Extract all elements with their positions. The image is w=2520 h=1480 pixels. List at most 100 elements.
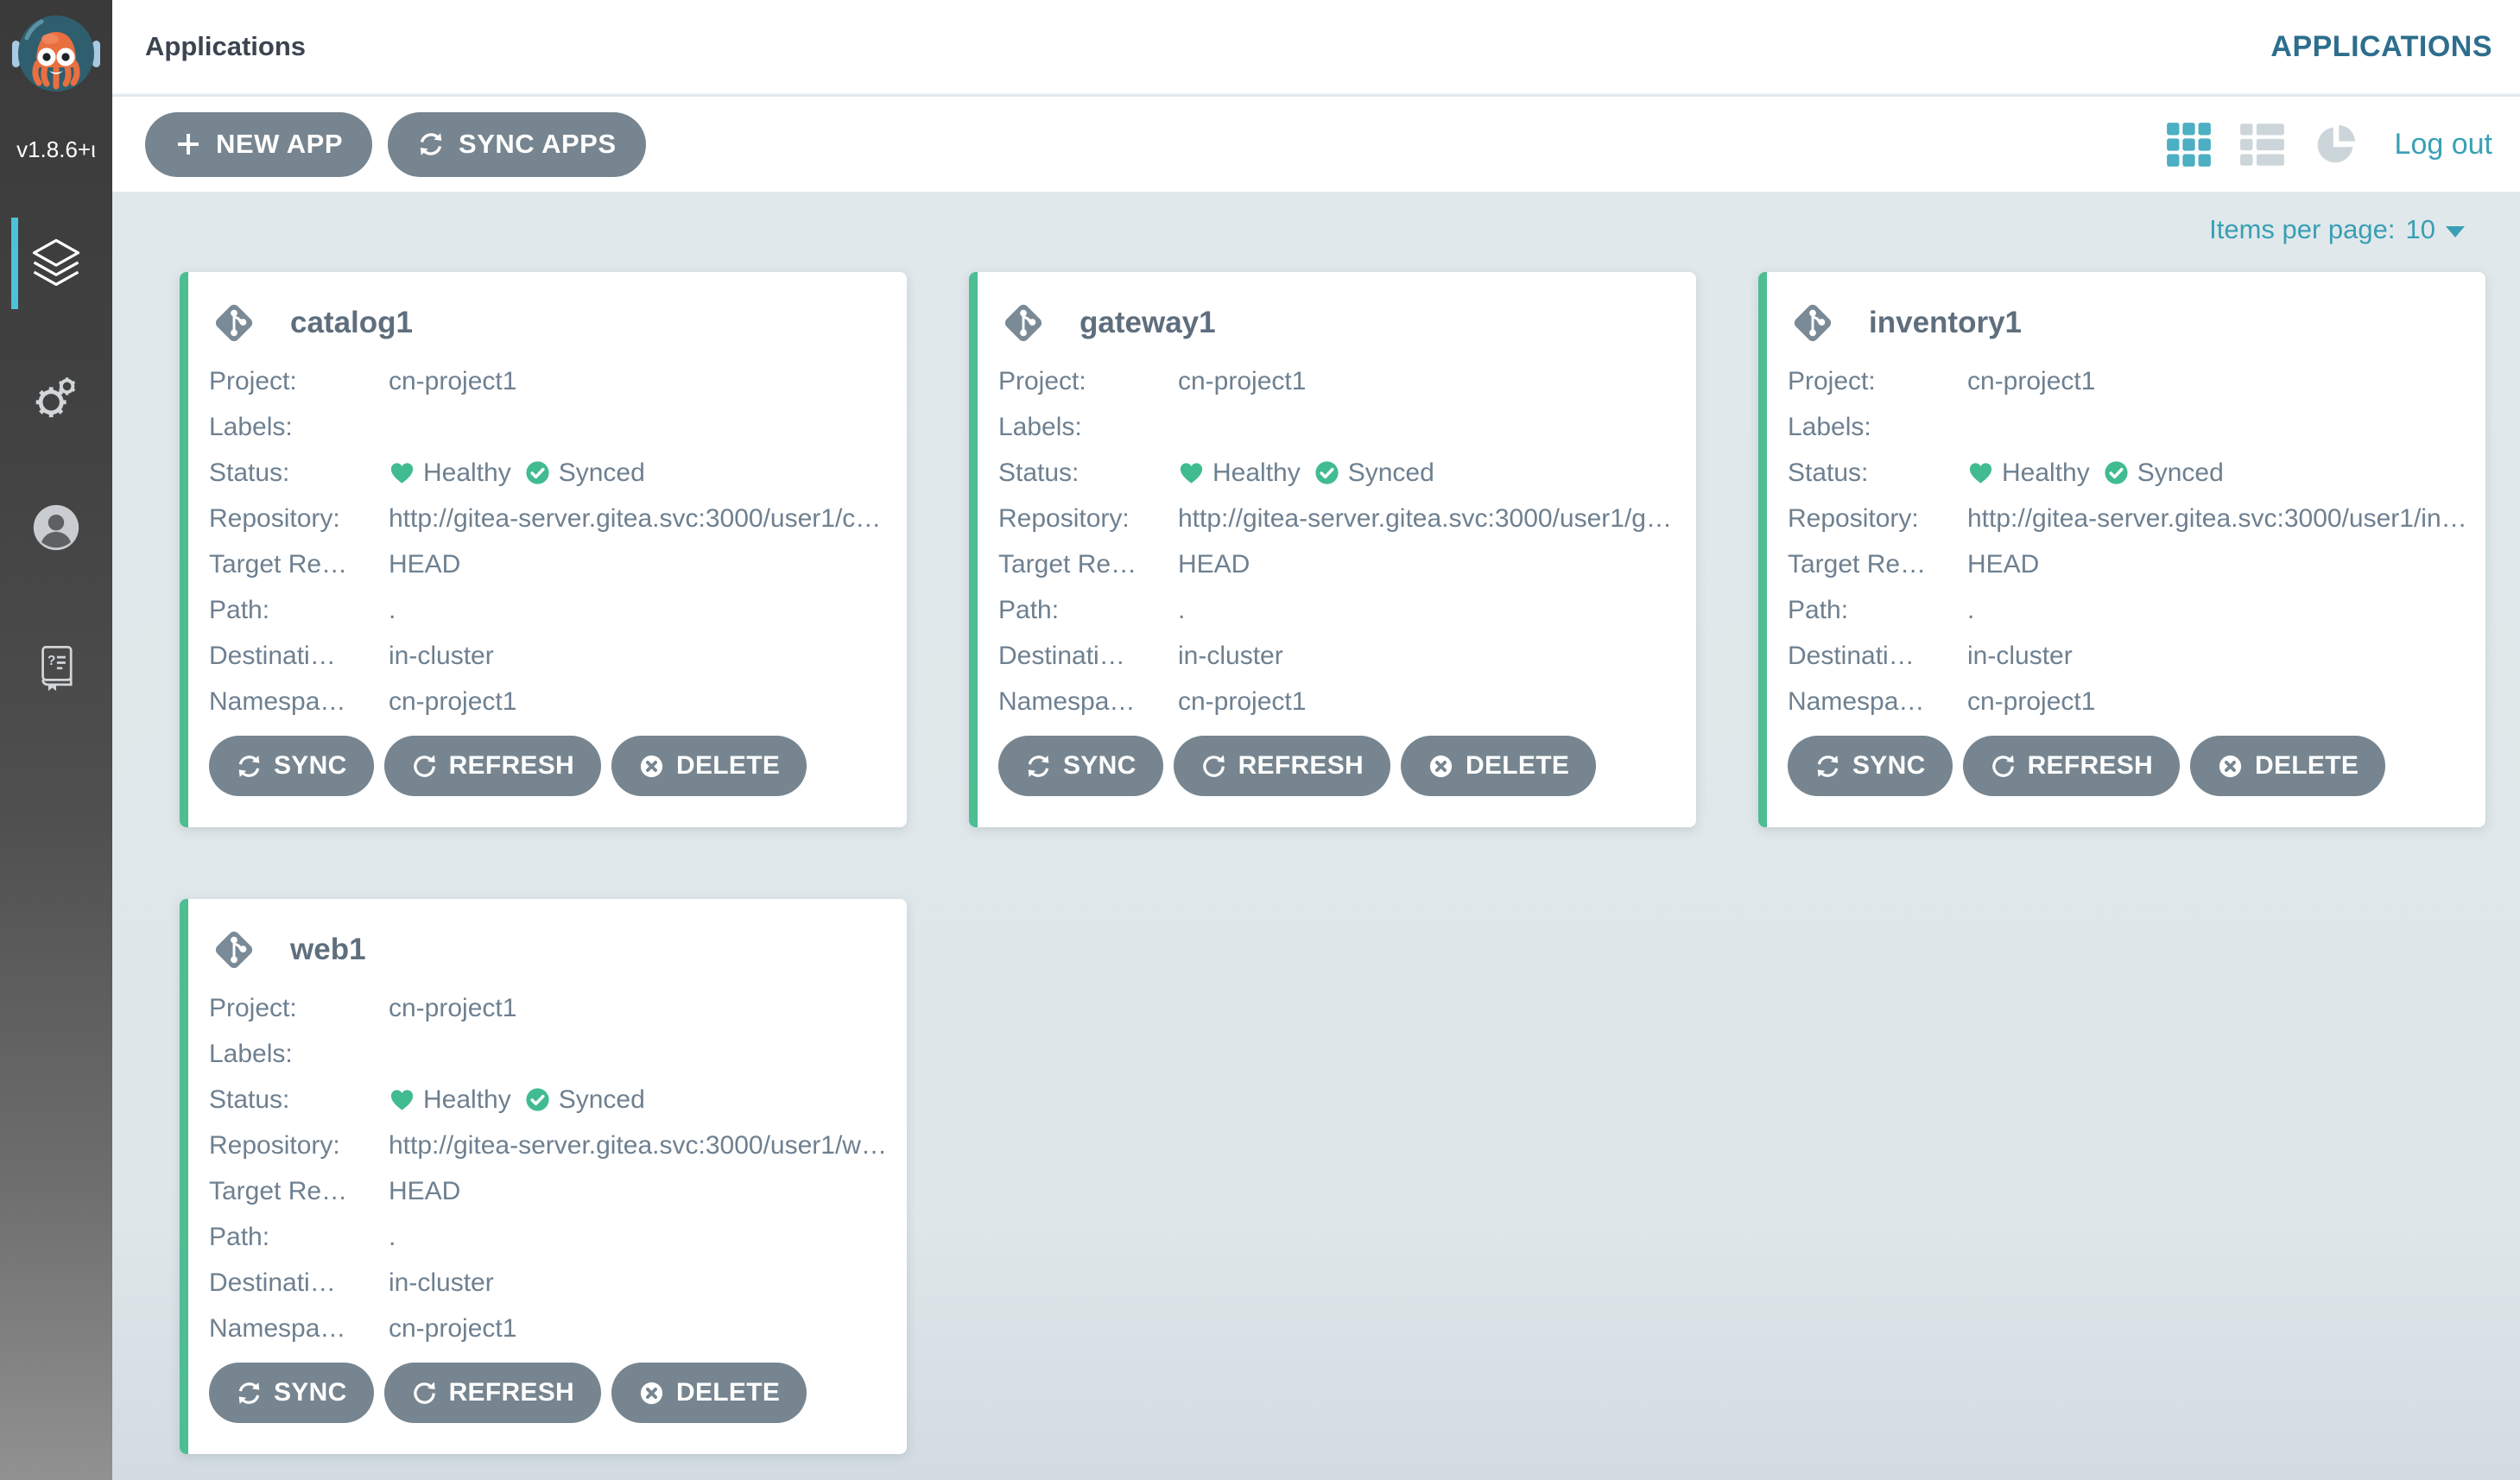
field-row: Labels:	[209, 404, 890, 450]
user-icon	[29, 501, 83, 554]
card-inner: catalog1 Project: cn-project1 Labels: Statu…	[188, 272, 907, 827]
field-row: Labels:	[1788, 404, 2468, 450]
action-label: DELETE	[676, 751, 781, 780]
check-circle-icon	[524, 1086, 551, 1113]
grid-icon[interactable]	[2166, 122, 2212, 168]
action-label: SYNC	[1063, 751, 1137, 780]
field-row: Repository: http://gitea-server.gitea.svc…	[1788, 496, 2468, 541]
delete-button[interactable]: DELETE	[611, 736, 807, 796]
action-label: SYNC	[274, 751, 347, 780]
field-label: Path:	[209, 595, 270, 624]
refresh-icon	[411, 753, 438, 780]
field-label: Target Re…	[1788, 549, 1927, 579]
field-label: Namespa…	[1788, 686, 1925, 716]
field-value: .	[1967, 595, 1975, 624]
heart-icon	[1967, 459, 1994, 486]
card-fields: Project: cn-project1 Labels: Status: Healthy…	[1788, 358, 2468, 724]
application-card[interactable]: web1 Project: cn-project1 Labels: Status: He…	[180, 899, 907, 1454]
cards-grid: catalog1 Project: cn-project1 Labels: Statu…	[180, 272, 2485, 1454]
app-title: catalog1	[290, 306, 413, 339]
delete-icon	[1428, 753, 1454, 780]
application-card[interactable]: gateway1 Project: cn-project1 Labels: Statu…	[969, 272, 1696, 827]
sidebar-item-help[interactable]: ?	[0, 619, 112, 714]
action-label: DELETE	[676, 1378, 781, 1407]
pie-icon[interactable]	[2313, 122, 2359, 168]
delete-button[interactable]: DELETE	[2190, 736, 2386, 796]
field-label: Target Re…	[209, 1176, 348, 1205]
application-card[interactable]: inventory1 Project: cn-project1 Labels: Sta…	[1758, 272, 2485, 827]
field-row: Destinati… in-cluster	[209, 633, 890, 679]
items-per-page-dropdown[interactable]: Items per page: 10	[2209, 214, 2465, 245]
field-value: http://gitea-server.gitea.svc:3000/user1…	[1967, 503, 2467, 533]
field-value: cn-project1	[389, 686, 517, 716]
sync-apps-button[interactable]: SYNC APPS	[388, 111, 646, 177]
health-status-label: Healthy	[2002, 458, 2090, 487]
field-value: in-cluster	[1967, 641, 2073, 670]
sidebar-item-applications[interactable]	[0, 216, 112, 311]
sync-apps-label: SYNC APPS	[459, 129, 617, 159]
field-value: .	[1178, 595, 1186, 624]
sync-button[interactable]: SYNC	[998, 736, 1163, 796]
refresh-button[interactable]: REFRESH	[383, 1363, 602, 1423]
field-row: Path:.	[1788, 587, 2468, 633]
field-row: Labels:	[209, 1031, 890, 1077]
field-row: Path:.	[998, 587, 1679, 633]
application-card[interactable]: catalog1 Project: cn-project1 Labels: Statu…	[180, 272, 907, 827]
field-value: in-cluster	[389, 641, 494, 670]
refresh-icon	[1200, 753, 1227, 780]
git-commit-icon	[998, 298, 1048, 348]
field-value: HEAD	[1178, 549, 1251, 579]
field-row: Repository: http://gitea-server.gitea.svc…	[209, 1123, 890, 1168]
sync-icon	[236, 753, 263, 780]
field-row: Target Re… HEAD	[209, 541, 890, 587]
items-per-page-value: 10	[2405, 214, 2435, 244]
sync-button[interactable]: SYNC	[209, 736, 374, 796]
field-label: Repository:	[209, 503, 340, 533]
refresh-button[interactable]: REFRESH	[1962, 736, 2181, 796]
argo-octopus-logo	[11, 9, 101, 114]
check-circle-icon	[2103, 459, 2130, 486]
field-label: Path:	[1788, 595, 1849, 624]
delete-button[interactable]: DELETE	[611, 1363, 807, 1423]
card-actions: SYNC REFRESH DELETE	[998, 736, 1597, 796]
field-value: .	[389, 595, 396, 624]
field-value: Healthy Synced	[389, 1085, 890, 1115]
field-value: Healthy Synced	[389, 459, 890, 488]
sync-button[interactable]: SYNC	[1788, 736, 1953, 796]
field-row: Status: Healthy Synced	[998, 450, 1679, 496]
field-label: Labels:	[998, 412, 1082, 441]
field-label: Destinati…	[1788, 641, 1915, 670]
toolbar: NEW APP SYNC APPS Log out	[112, 97, 2520, 192]
heart-icon	[389, 459, 415, 486]
sidebar-item-settings[interactable]	[0, 349, 112, 444]
sync-button[interactable]: SYNC	[209, 1363, 374, 1423]
sync-status-label: Synced	[1347, 458, 1434, 487]
card-inner: inventory1 Project: cn-project1 Labels: Sta…	[1767, 272, 2485, 827]
field-value: in-cluster	[1178, 641, 1283, 670]
field-label: Project:	[1788, 366, 1876, 395]
logout-link[interactable]: Log out	[2395, 128, 2492, 161]
sidebar-item-user[interactable]	[0, 480, 112, 575]
field-label: Repository:	[1788, 503, 1919, 533]
field-label: Labels:	[1788, 412, 1871, 441]
gear-icon	[29, 370, 83, 423]
toolbar-right: Log out	[2166, 122, 2492, 168]
card-inner: gateway1 Project: cn-project1 Labels: Statu…	[978, 272, 1696, 827]
card-inner: web1 Project: cn-project1 Labels: Status: He…	[188, 899, 907, 1454]
refresh-button[interactable]: REFRESH	[383, 736, 602, 796]
new-app-button[interactable]: NEW APP	[145, 111, 373, 177]
check-circle-icon	[1314, 459, 1340, 486]
layers-icon	[27, 234, 85, 293]
delete-button[interactable]: DELETE	[1401, 736, 1597, 796]
heart-icon	[389, 1086, 415, 1113]
new-app-label: NEW APP	[216, 129, 344, 159]
list-icon[interactable]	[2239, 122, 2285, 168]
field-label: Project:	[998, 366, 1086, 395]
refresh-button[interactable]: REFRESH	[1173, 736, 1391, 796]
field-value: cn-project1	[1967, 366, 2096, 395]
heart-icon	[1178, 459, 1205, 486]
field-value: HEAD	[389, 1176, 461, 1205]
docs-icon: ?	[31, 642, 81, 692]
field-label: Namespa…	[998, 686, 1136, 716]
action-label: REFRESH	[448, 751, 575, 780]
